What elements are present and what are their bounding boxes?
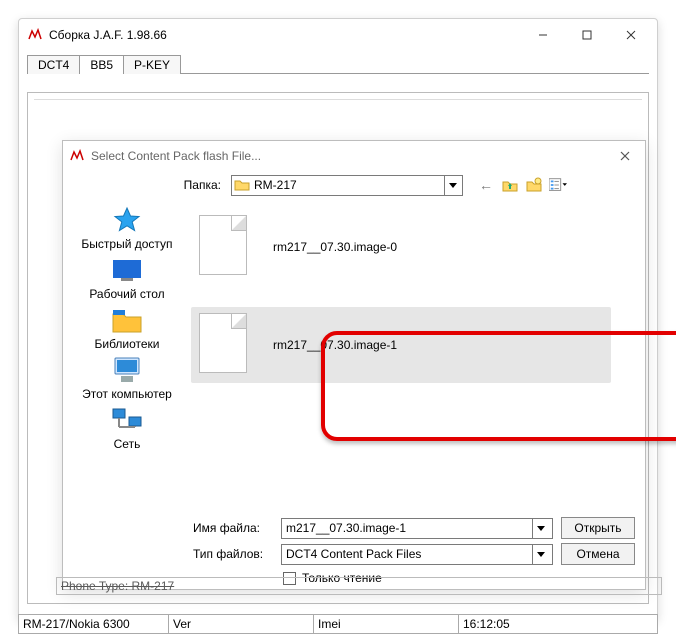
back-button[interactable]: ← [477,176,495,194]
this-pc-icon [109,355,145,385]
main-window: Сборка J.A.F. 1.98.66 DCT4 BB5 P-KEY Sel… [18,18,658,620]
quick-access-icon [109,205,145,235]
dialog-close-button[interactable] [605,142,645,170]
phone-type-text: Phone Type: RM-217 [61,579,174,593]
close-button[interactable] [609,21,653,49]
maximize-button[interactable] [565,21,609,49]
minimize-button[interactable] [521,21,565,49]
window-title: Сборка J.A.F. 1.98.66 [49,28,521,42]
tab-strip: DCT4 BB5 P-KEY [19,51,657,73]
network-icon [109,405,145,435]
tab-bb5[interactable]: BB5 [79,55,124,74]
place-quick-access[interactable]: Быстрый доступ [72,205,182,251]
file-icon [199,313,255,377]
places-bar: Быстрый доступ Рабочий стол Библиотеки [63,199,191,509]
tab-dct4[interactable]: DCT4 [27,55,80,74]
file-name: rm217__07.30.image-0 [273,240,397,254]
status-imei: Imei [313,614,458,634]
dropdown-arrow-icon [532,545,548,564]
filename-value: m217__07.30.image-1 [286,521,406,535]
status-bar: RM-217/Nokia 6300 Ver Imei 16:12:05 [18,614,658,634]
file-icon [199,215,255,279]
folder-icon [234,177,250,193]
tab-body: Select Content Pack flash File... Папка:… [27,92,649,604]
place-label: Быстрый доступ [72,237,182,251]
dialog-titlebar: Select Content Pack flash File... [63,141,645,171]
dialog-body: Быстрый доступ Рабочий стол Библиотеки [63,199,645,509]
folder-name: RM-217 [254,178,297,192]
phone-type-row: Phone Type: RM-217 [56,577,662,595]
filetype-label: Тип файлов: [193,547,273,561]
tab-pkey[interactable]: P-KEY [123,55,181,74]
dropdown-arrow-icon [444,176,460,195]
place-network[interactable]: Сеть [72,405,182,451]
filename-input[interactable]: m217__07.30.image-1 [281,518,553,539]
folder-label: Папка: [183,178,221,192]
folder-row: Папка: RM-217 ← [63,171,645,199]
place-libraries[interactable]: Библиотеки [72,305,182,351]
filename-label: Имя файла: [193,521,273,535]
dialog-title: Select Content Pack flash File... [91,149,605,163]
status-phone-model: RM-217/Nokia 6300 [18,614,168,634]
place-desktop[interactable]: Рабочий стол [72,255,182,301]
status-version: Ver [168,614,313,634]
file-item[interactable]: rm217__07.30.image-1 [191,307,611,383]
app-logo-icon [27,27,43,43]
open-button[interactable]: Открыть [561,517,635,539]
file-dialog: Select Content Pack flash File... Папка:… [62,140,646,590]
view-menu-button[interactable] [549,176,567,194]
filetype-value: DCT4 Content Pack Files [286,547,421,561]
file-item[interactable]: rm217__07.30.image-0 [191,209,611,285]
libraries-icon [109,305,145,335]
up-one-level-button[interactable] [501,176,519,194]
file-name: rm217__07.30.image-1 [273,338,397,352]
filetype-dropdown[interactable]: DCT4 Content Pack Files [281,544,553,565]
new-folder-button[interactable] [525,176,543,194]
place-this-pc[interactable]: Этот компьютер [72,355,182,401]
place-label: Сеть [72,437,182,451]
place-label: Рабочий стол [72,287,182,301]
cancel-button[interactable]: Отмена [561,543,635,565]
titlebar: Сборка J.A.F. 1.98.66 [19,19,657,51]
dialog-logo-icon [69,148,85,164]
file-list[interactable]: rm217__07.30.image-0 rm217__07.30.image-… [191,199,645,509]
status-time: 16:12:05 [458,614,658,634]
place-label: Этот компьютер [72,387,182,401]
dropdown-arrow-icon [532,519,548,538]
look-in-dropdown[interactable]: RM-217 [231,175,463,196]
desktop-icon [109,255,145,285]
place-label: Библиотеки [72,337,182,351]
